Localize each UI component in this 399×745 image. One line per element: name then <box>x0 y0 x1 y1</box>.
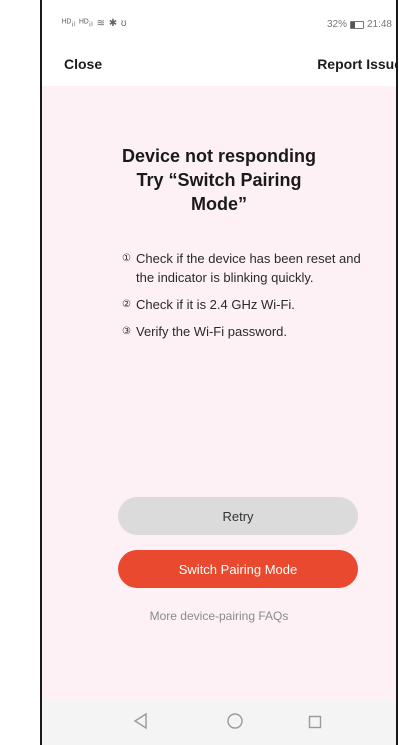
step-text: Verify the Wi-Fi password. <box>136 324 287 339</box>
list-item: ② Check if it is 2.4 GHz Wi-Fi. <box>122 295 362 314</box>
pairing-faq-link[interactable]: More device-pairing FAQs <box>42 609 396 623</box>
circle-home-icon[interactable] <box>226 712 244 735</box>
retry-button[interactable]: Retry <box>118 497 358 535</box>
square-recent-icon[interactable] <box>308 715 322 734</box>
battery-percent: 32% <box>326 19 347 30</box>
system-nav-bar <box>42 700 396 745</box>
list-item: ① Check if the device has been reset and… <box>122 249 362 287</box>
title-line-2: Try “Switch Pairing Mode” <box>136 170 302 214</box>
status-bar: ᴴᴰᵢₗ ᴴᴰᵢₗ ≋ ✱ ʊ 32% 21:48 <box>42 0 396 44</box>
triangle-back-icon[interactable] <box>132 712 148 735</box>
phone-screen: ᴴᴰᵢₗ ᴴᴰᵢₗ ≋ ✱ ʊ 32% 21:48 Close Report I… <box>40 0 398 745</box>
report-issue-button[interactable]: Report Issue <box>317 56 396 72</box>
status-right: 32% 21:48 <box>327 19 392 30</box>
top-bar: Close Report Issue <box>42 44 396 86</box>
close-button[interactable]: Close <box>64 56 102 72</box>
step-text: Check if the device has been reset and t… <box>136 251 361 285</box>
battery-icon <box>349 20 364 29</box>
step-text: Check if it is 2.4 GHz Wi-Fi. <box>136 297 295 312</box>
step-number: ② <box>122 299 131 310</box>
instruction-list: ① Check if the device has been reset and… <box>122 249 362 349</box>
page-title: Device not responding Try “Switch Pairin… <box>42 144 396 216</box>
signal-wifi-icons: ᴴᴰᵢₗ ᴴᴰᵢₗ ≋ ✱ ʊ <box>62 18 128 29</box>
step-number: ③ <box>122 326 131 337</box>
list-item: ③ Verify the Wi-Fi password. <box>122 322 362 341</box>
title-line-1: Device not responding <box>121 146 317 166</box>
switch-pairing-mode-button[interactable]: Switch Pairing Mode <box>118 550 358 588</box>
step-number: ① <box>122 253 131 264</box>
clock: 21:48 <box>366 19 392 30</box>
